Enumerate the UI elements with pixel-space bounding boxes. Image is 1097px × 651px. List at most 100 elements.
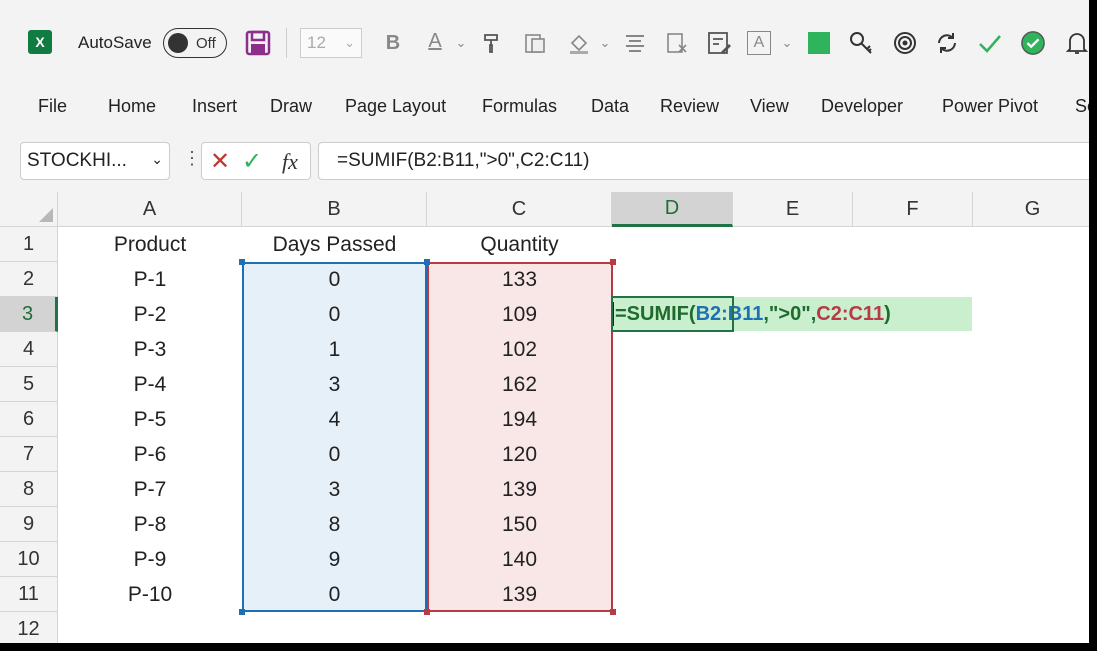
toggle-knob bbox=[168, 33, 188, 53]
cell-quantity[interactable]: 162 bbox=[427, 367, 612, 402]
select-all-button[interactable] bbox=[0, 192, 58, 227]
cell-days[interactable]: 8 bbox=[242, 507, 427, 542]
insert-function-icon[interactable]: fx bbox=[282, 149, 298, 175]
column-header-a[interactable]: A bbox=[58, 192, 242, 227]
chevron-down-icon[interactable]: ⌄ bbox=[151, 151, 163, 168]
cell-product[interactable]: P-6 bbox=[58, 437, 242, 472]
chevron-down-icon[interactable]: ⌄ bbox=[592, 30, 618, 56]
row-header[interactable]: 5 bbox=[0, 367, 58, 402]
enter-icon[interactable]: ✓ bbox=[242, 147, 262, 176]
cancel-icon[interactable]: ✕ bbox=[210, 147, 230, 176]
column-header-g[interactable]: G bbox=[973, 192, 1089, 227]
cell-quantity[interactable]: 139 bbox=[427, 577, 612, 612]
cell-product[interactable]: P-4 bbox=[58, 367, 242, 402]
cell-days[interactable]: 9 bbox=[242, 542, 427, 577]
tab-formulas[interactable]: Formulas bbox=[482, 96, 557, 117]
key-icon[interactable] bbox=[848, 30, 874, 56]
cell-product[interactable]: P-7 bbox=[58, 472, 242, 507]
align-icon[interactable] bbox=[622, 30, 648, 56]
tab-review[interactable]: Review bbox=[660, 96, 719, 117]
cell-quantity[interactable]: 109 bbox=[427, 297, 612, 332]
refresh-icon[interactable] bbox=[934, 30, 960, 56]
excel-logo-icon: X bbox=[28, 30, 52, 54]
cell-product[interactable]: P-9 bbox=[58, 542, 242, 577]
formula-buttons: ✕ ✓ fx bbox=[201, 142, 311, 180]
cell-product[interactable]: P-2 bbox=[58, 297, 242, 332]
check-circle-icon[interactable] bbox=[1020, 30, 1046, 56]
tab-power-pivot[interactable]: Power Pivot bbox=[942, 96, 1038, 117]
tab-view[interactable]: View bbox=[750, 96, 789, 117]
cell-c1[interactable]: Quantity bbox=[427, 227, 612, 262]
cell-quantity[interactable]: 102 bbox=[427, 332, 612, 367]
cell-product[interactable]: P-8 bbox=[58, 507, 242, 542]
autosave-toggle[interactable]: Off bbox=[163, 28, 227, 58]
cell-quantity[interactable]: 133 bbox=[427, 262, 612, 297]
clear-format-icon[interactable] bbox=[664, 30, 690, 56]
cell-b1[interactable]: Days Passed bbox=[242, 227, 427, 262]
cell-quantity[interactable]: 150 bbox=[427, 507, 612, 542]
tab-insert[interactable]: Insert bbox=[192, 96, 237, 117]
row-header[interactable]: 7 bbox=[0, 437, 58, 472]
cell-days[interactable]: 1 bbox=[242, 332, 427, 367]
column-header-c[interactable]: C bbox=[427, 192, 612, 227]
cell-quantity[interactable]: 194 bbox=[427, 402, 612, 437]
cell-a1[interactable]: Product bbox=[58, 227, 242, 262]
tab-file[interactable]: File bbox=[38, 96, 67, 117]
cell-days[interactable]: 0 bbox=[242, 577, 427, 612]
cell-quantity[interactable]: 139 bbox=[427, 472, 612, 507]
row-header[interactable]: 9 bbox=[0, 507, 58, 542]
row-header[interactable]: 1 bbox=[0, 227, 58, 262]
formula-range-c: C2:C11 bbox=[816, 302, 885, 325]
cell-days[interactable]: 0 bbox=[242, 437, 427, 472]
cell-product[interactable]: P-3 bbox=[58, 332, 242, 367]
tab-search[interactable]: Se bbox=[1075, 96, 1089, 117]
cell-days[interactable]: 3 bbox=[242, 367, 427, 402]
font-size-box[interactable]: 12 ⌄ bbox=[300, 28, 362, 58]
row-header[interactable]: 6 bbox=[0, 402, 58, 437]
target-icon[interactable] bbox=[892, 30, 918, 56]
font-color-icon[interactable]: A bbox=[422, 28, 448, 54]
green-square-icon[interactable] bbox=[806, 30, 832, 56]
toolbar-separator bbox=[286, 28, 287, 58]
row-header[interactable]: 12 bbox=[0, 612, 58, 643]
text-box-icon[interactable]: A bbox=[746, 30, 772, 56]
column-header-d[interactable]: D bbox=[612, 192, 733, 227]
bell-icon[interactable] bbox=[1064, 30, 1089, 56]
checkmark-icon[interactable] bbox=[977, 30, 1003, 56]
fill-color-icon[interactable] bbox=[566, 30, 592, 56]
name-box[interactable]: STOCKHI... ⌄ bbox=[20, 142, 170, 180]
format-painter-icon[interactable] bbox=[480, 30, 506, 56]
cell-days[interactable]: 0 bbox=[242, 262, 427, 297]
paste-special-icon[interactable] bbox=[522, 30, 548, 56]
tab-draw[interactable]: Draw bbox=[270, 96, 312, 117]
save-icon[interactable] bbox=[245, 30, 271, 56]
cell-product[interactable]: P-5 bbox=[58, 402, 242, 437]
tab-page-layout[interactable]: Page Layout bbox=[345, 96, 446, 117]
chevron-down-icon[interactable]: ⌄ bbox=[774, 30, 800, 56]
cell-product[interactable]: P-1 bbox=[58, 262, 242, 297]
tab-home[interactable]: Home bbox=[108, 96, 156, 117]
chevron-down-icon[interactable]: ⌄ bbox=[448, 30, 474, 56]
row-header[interactable]: 10 bbox=[0, 542, 58, 577]
column-header-b[interactable]: B bbox=[242, 192, 427, 227]
autosave-state: Off bbox=[196, 34, 216, 52]
cell-quantity[interactable]: 140 bbox=[427, 542, 612, 577]
column-header-f[interactable]: F bbox=[853, 192, 973, 227]
cell-days[interactable]: 4 bbox=[242, 402, 427, 437]
row-header[interactable]: 2 bbox=[0, 262, 58, 297]
row-header[interactable]: 3 bbox=[0, 297, 58, 332]
cell-days[interactable]: 3 bbox=[242, 472, 427, 507]
cell-quantity[interactable]: 120 bbox=[427, 437, 612, 472]
formula-input[interactable]: =SUMIF(B2:B11,">0",C2:C11) bbox=[318, 142, 1089, 180]
row-header[interactable]: 4 bbox=[0, 332, 58, 367]
row-header[interactable]: 11 bbox=[0, 577, 58, 612]
form-icon[interactable] bbox=[706, 30, 732, 56]
column-header-e[interactable]: E bbox=[733, 192, 853, 227]
tab-data[interactable]: Data bbox=[591, 96, 629, 117]
more-options-icon[interactable]: ⋮ bbox=[183, 148, 201, 169]
tab-developer[interactable]: Developer bbox=[821, 96, 903, 117]
bold-icon[interactable]: B bbox=[380, 30, 406, 56]
cell-days[interactable]: 0 bbox=[242, 297, 427, 332]
cell-product[interactable]: P-10 bbox=[58, 577, 242, 612]
row-header[interactable]: 8 bbox=[0, 472, 58, 507]
